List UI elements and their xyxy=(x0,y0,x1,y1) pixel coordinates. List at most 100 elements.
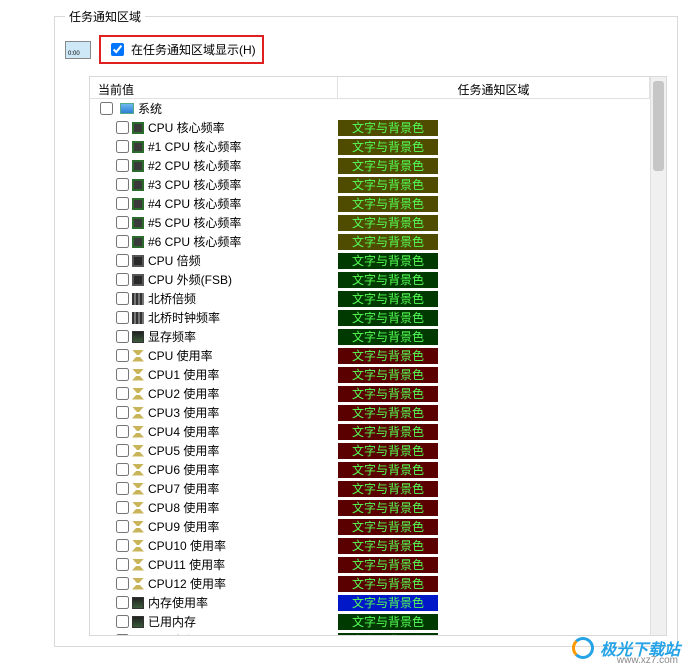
row-checkbox[interactable] xyxy=(116,216,129,229)
sensor-row[interactable]: #5 CPU 核心频率文字与背景色 xyxy=(90,213,650,232)
sensor-row[interactable]: 北桥时钟频率文字与背景色 xyxy=(90,308,650,327)
row-checkbox[interactable] xyxy=(116,482,129,495)
tree-root-system[interactable]: 系统 xyxy=(90,99,650,118)
color-badge[interactable]: 文字与背景色 xyxy=(338,538,438,554)
color-badge[interactable]: 文字与背景色 xyxy=(338,424,438,440)
row-checkbox[interactable] xyxy=(116,197,129,210)
row-checkbox[interactable] xyxy=(116,444,129,457)
sensor-row[interactable]: #3 CPU 核心频率文字与背景色 xyxy=(90,175,650,194)
sensor-row[interactable]: CPU 使用率文字与背景色 xyxy=(90,346,650,365)
row-checkbox[interactable] xyxy=(116,634,129,635)
color-badge[interactable]: 文字与背景色 xyxy=(338,177,438,193)
show-in-tray-label[interactable]: 在任务通知区域显示(H) xyxy=(131,41,256,58)
row-checkbox[interactable] xyxy=(116,235,129,248)
row-checkbox[interactable] xyxy=(116,330,129,343)
sensor-row[interactable]: #2 CPU 核心频率文字与背景色 xyxy=(90,156,650,175)
row-checkbox[interactable] xyxy=(116,273,129,286)
row-checkbox[interactable] xyxy=(116,615,129,628)
row-checkbox[interactable] xyxy=(116,292,129,305)
sensor-row[interactable]: CPU 倍频文字与背景色 xyxy=(90,251,650,270)
sensor-row[interactable]: #1 CPU 核心频率文字与背景色 xyxy=(90,137,650,156)
color-badge[interactable]: 文字与背景色 xyxy=(338,576,438,592)
sensor-row[interactable]: CPU1 使用率文字与背景色 xyxy=(90,365,650,384)
sensor-row[interactable]: CPU 外频(FSB)文字与背景色 xyxy=(90,270,650,289)
sensor-row[interactable]: CPU9 使用率文字与背景色 xyxy=(90,517,650,536)
row-label: #1 CPU 核心频率 xyxy=(148,138,338,155)
sensor-row[interactable]: 已用内存文字与背景色 xyxy=(90,612,650,631)
row-checkbox[interactable] xyxy=(116,311,129,324)
color-badge[interactable]: 文字与背景色 xyxy=(338,310,438,326)
header-current-value[interactable]: 当前值 xyxy=(90,77,338,98)
color-badge[interactable]: 文字与背景色 xyxy=(338,120,438,136)
color-badge[interactable]: 文字与背景色 xyxy=(338,253,438,269)
color-badge[interactable]: 文字与背景色 xyxy=(338,557,438,573)
sensor-row[interactable]: 北桥倍频文字与背景色 xyxy=(90,289,650,308)
color-badge[interactable]: 文字与背景色 xyxy=(338,595,438,611)
color-badge[interactable]: 文字与背景色 xyxy=(338,329,438,345)
row-label: CPU8 使用率 xyxy=(148,499,338,516)
color-badge[interactable]: 文字与背景色 xyxy=(338,462,438,478)
row-checkbox[interactable] xyxy=(116,558,129,571)
color-badge[interactable]: 文字与背景色 xyxy=(338,386,438,402)
scrollbar[interactable] xyxy=(650,77,666,635)
ic-chip-icon xyxy=(132,217,144,229)
sensor-row[interactable]: CPU2 使用率文字与背景色 xyxy=(90,384,650,403)
row-checkbox[interactable] xyxy=(116,349,129,362)
color-badge[interactable]: 文字与背景色 xyxy=(338,234,438,250)
ic-mem-icon xyxy=(132,597,144,609)
sensor-row[interactable]: CPU7 使用率文字与背景色 xyxy=(90,479,650,498)
color-badge[interactable]: 文字与背景色 xyxy=(338,367,438,383)
row-checkbox[interactable] xyxy=(116,159,129,172)
row-checkbox[interactable] xyxy=(116,425,129,438)
row-checkbox[interactable] xyxy=(116,140,129,153)
row-checkbox[interactable] xyxy=(116,577,129,590)
sensor-row[interactable]: #6 CPU 核心频率文字与背景色 xyxy=(90,232,650,251)
row-label: 北桥时钟频率 xyxy=(148,309,338,326)
row-checkbox[interactable] xyxy=(116,121,129,134)
sensor-row[interactable]: #4 CPU 核心频率文字与背景色 xyxy=(90,194,650,213)
color-badge[interactable]: 文字与背景色 xyxy=(338,500,438,516)
sensor-row[interactable]: 内存使用率文字与背景色 xyxy=(90,593,650,612)
row-checkbox[interactable] xyxy=(116,254,129,267)
color-badge[interactable]: 文字与背景色 xyxy=(338,614,438,630)
color-badge[interactable]: 文字与背景色 xyxy=(338,405,438,421)
sensor-row[interactable]: CPU4 使用率文字与背景色 xyxy=(90,422,650,441)
color-badge[interactable]: 文字与背景色 xyxy=(338,348,438,364)
row-checkbox[interactable] xyxy=(116,406,129,419)
sensor-row[interactable]: CPU8 使用率文字与背景色 xyxy=(90,498,650,517)
scrollbar-thumb[interactable] xyxy=(653,81,664,171)
color-badge[interactable]: 文字与背景色 xyxy=(338,443,438,459)
show-in-tray-checkbox[interactable] xyxy=(111,43,124,56)
row-checkbox[interactable] xyxy=(116,520,129,533)
sensor-row[interactable]: CPU11 使用率文字与背景色 xyxy=(90,555,650,574)
color-badge[interactable]: 文字与背景色 xyxy=(338,633,438,636)
sensor-row[interactable]: 显存频率文字与背景色 xyxy=(90,327,650,346)
color-badge[interactable]: 文字与背景色 xyxy=(338,139,438,155)
color-badge[interactable]: 文字与背景色 xyxy=(338,196,438,212)
sensor-row[interactable]: CPU6 使用率文字与背景色 xyxy=(90,460,650,479)
color-badge[interactable]: 文字与背景色 xyxy=(338,272,438,288)
sensor-row[interactable]: CPU 核心频率文字与背景色 xyxy=(90,118,650,137)
color-badge[interactable]: 文字与背景色 xyxy=(338,215,438,231)
root-checkbox[interactable] xyxy=(100,102,113,115)
ic-chip-dark-icon xyxy=(132,255,144,267)
sensor-row[interactable]: CPU3 使用率文字与背景色 xyxy=(90,403,650,422)
sensor-row[interactable]: CPU5 使用率文字与背景色 xyxy=(90,441,650,460)
color-badge[interactable]: 文字与背景色 xyxy=(338,291,438,307)
color-badge[interactable]: 文字与背景色 xyxy=(338,481,438,497)
sensor-row[interactable]: CPU10 使用率文字与背景色 xyxy=(90,536,650,555)
row-checkbox[interactable] xyxy=(116,501,129,514)
row-checkbox[interactable] xyxy=(116,178,129,191)
row-checkbox[interactable] xyxy=(116,387,129,400)
header-notify-area[interactable]: 任务通知区域 xyxy=(338,77,650,98)
row-label: CPU3 使用率 xyxy=(148,404,338,421)
row-checkbox[interactable] xyxy=(116,463,129,476)
color-badge[interactable]: 文字与背景色 xyxy=(338,158,438,174)
row-label: CPU2 使用率 xyxy=(148,385,338,402)
row-checkbox[interactable] xyxy=(116,539,129,552)
sensor-row[interactable]: CPU12 使用率文字与背景色 xyxy=(90,574,650,593)
color-badge[interactable]: 文字与背景色 xyxy=(338,519,438,535)
row-checkbox[interactable] xyxy=(116,596,129,609)
row-checkbox[interactable] xyxy=(116,368,129,381)
sensor-row[interactable]: 可用内存文字与背景色 xyxy=(90,631,650,635)
